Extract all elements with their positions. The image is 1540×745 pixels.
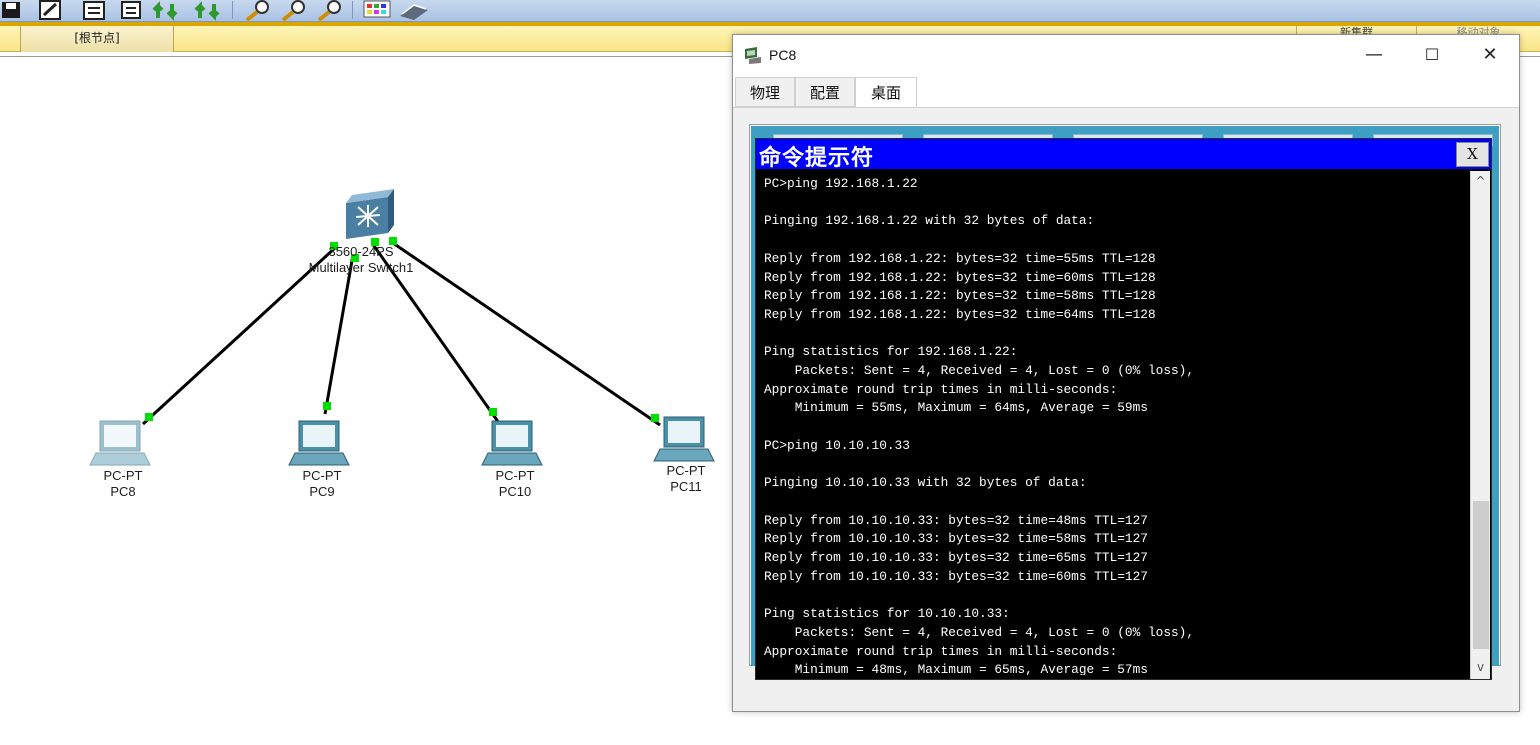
command-prompt-close-button[interactable]: X (1456, 142, 1489, 167)
pc9-name-label: PC9 (309, 484, 335, 499)
command-output-line: Ping statistics for 192.168.1.22: (764, 344, 1018, 360)
command-output-line: Ping statistics for 10.10.10.33: (764, 606, 1010, 622)
pc8-name-label: PC8 (110, 484, 136, 499)
pc11-icon[interactable] (653, 416, 715, 462)
root-node-button[interactable]: [根节点] (20, 26, 174, 52)
paste-icon[interactable] (121, 1, 141, 19)
command-scrollbar[interactable]: ^ v (1470, 171, 1490, 679)
command-output-line (764, 418, 1464, 437)
palette-icon[interactable] (363, 0, 391, 18)
copy-icon[interactable] (83, 1, 105, 20)
scroll-up-icon[interactable]: ^ (1471, 171, 1490, 191)
desktop-tab-body: 命令提示符 X PC>ping 192.168.1.22 Pinging 192… (733, 107, 1519, 711)
command-output-line (764, 586, 1464, 605)
command-output-line: Reply from 10.10.10.33: bytes=32 time=65… (764, 550, 1148, 566)
close-button[interactable]: ✕ (1461, 35, 1519, 75)
tab-config[interactable]: 配置 (795, 77, 855, 107)
pc11-type-label: PC-PT (666, 463, 706, 478)
desktop-frame: 命令提示符 X PC>ping 192.168.1.22 Pinging 192… (749, 124, 1501, 680)
command-output-line: Packets: Sent = 4, Received = 4, Lost = … (764, 363, 1195, 379)
pc10-name-label: PC10 (498, 484, 532, 499)
pc9-type-label: PC-PT (302, 468, 342, 483)
pc9-label: PC-PT PC9 (282, 468, 362, 500)
command-output-line: Minimum = 55ms, Maximum = 64ms, Average … (764, 400, 1148, 416)
pc8-window[interactable]: PC8 — ☐ ✕ 物理 配置 桌面 命令提示符 X PC>ping 192.1… (732, 34, 1520, 712)
save-icon[interactable] (2, 2, 20, 18)
minimize-button[interactable]: — (1345, 35, 1403, 75)
pc11-name-label: PC11 (670, 479, 702, 494)
switch-model-label: 3560-24PS (328, 244, 394, 259)
pc10-type-label: PC-PT (495, 468, 535, 483)
command-output-line: PC>ping 10.10.10.33 (764, 437, 910, 453)
switch-name-label: Multilayer Switch1 (308, 260, 414, 275)
command-output-line: Approximate round trip times in milli-se… (764, 381, 1118, 397)
command-output-line: PC>ping 192.168.1.22 (764, 176, 918, 191)
zoom-in-icon[interactable] (245, 0, 269, 22)
pc8-type-label: PC-PT (103, 468, 143, 483)
command-output-line: Reply from 192.168.1.22: bytes=32 time=6… (764, 306, 1156, 322)
command-output-line (764, 493, 1464, 512)
edit-icon[interactable] (39, 0, 61, 20)
command-output-line (764, 194, 1464, 213)
arrow-down-icon[interactable] (194, 1, 220, 21)
topology-links (89, 189, 715, 466)
zoom-out-icon[interactable] (317, 0, 341, 22)
switch-label: 3560-24PS Multilayer Switch1 (296, 244, 426, 276)
command-output-line: Pinging 10.10.10.33 with 32 bytes of dat… (764, 475, 1087, 491)
zoom-reset-icon[interactable] (281, 0, 305, 22)
command-output-line: Reply from 10.10.10.33: bytes=32 time=48… (764, 512, 1148, 528)
command-output[interactable]: PC>ping 192.168.1.22 Pinging 192.168.1.2… (764, 175, 1464, 675)
pc8-label: PC-PT PC8 (83, 468, 163, 500)
command-prompt-window[interactable]: 命令提示符 X PC>ping 192.168.1.22 Pinging 192… (755, 138, 1492, 680)
tab-physical[interactable]: 物理 (735, 77, 795, 107)
pc-window-icon (745, 47, 761, 64)
toolbar-icons (2, 0, 428, 22)
window-tabs: 物理 配置 桌面 (735, 77, 1517, 108)
command-output-line (764, 231, 1464, 250)
scrollbar-thumb[interactable] (1473, 501, 1489, 649)
multilayer-switch-icon[interactable] (346, 189, 394, 239)
window-title-bar[interactable]: PC8 — ☐ ✕ (733, 35, 1519, 75)
window-title: PC8 (769, 47, 797, 63)
tab-desktop[interactable]: 桌面 (855, 77, 917, 108)
command-output-line: Reply from 10.10.10.33: bytes=32 time=60… (764, 568, 1148, 584)
pc10-label: PC-PT PC10 (475, 468, 555, 500)
book-icon[interactable] (400, 4, 428, 20)
pc9-icon[interactable] (288, 420, 350, 466)
command-prompt-title-bar: 命令提示符 X (756, 139, 1491, 171)
command-output-line: Reply from 192.168.1.22: bytes=32 time=6… (764, 269, 1156, 285)
scroll-down-icon[interactable]: v (1471, 657, 1490, 677)
command-output-line (764, 325, 1464, 344)
command-output-line: Reply from 10.10.10.33: bytes=32 time=58… (764, 531, 1148, 547)
command-output-line (764, 456, 1464, 475)
command-prompt-title: 命令提示符 (759, 145, 875, 171)
link-switch-pc11 (389, 239, 661, 427)
arrow-up-icon[interactable] (152, 1, 178, 21)
command-output-line: Reply from 192.168.1.22: bytes=32 time=5… (764, 288, 1156, 304)
link-switch-pc9 (323, 254, 355, 415)
command-output-line: Reply from 192.168.1.22: bytes=32 time=5… (764, 250, 1156, 266)
pc10-icon[interactable] (481, 420, 543, 466)
pc11-label: PC-PT PC11 (646, 463, 726, 495)
command-output-line: Minimum = 48ms, Maximum = 65ms, Average … (764, 662, 1148, 675)
command-output-line: Approximate round trip times in milli-se… (764, 643, 1118, 659)
packet-tracer-screen: [根节点] 新集群 移动对象 3560-24PS Multilayer Swit… (0, 0, 1540, 745)
command-output-line: Pinging 192.168.1.22 with 32 bytes of da… (764, 213, 1095, 229)
maximize-button[interactable]: ☐ (1403, 35, 1461, 75)
main-toolbar (0, 0, 1540, 22)
command-output-line: Packets: Sent = 4, Received = 4, Lost = … (764, 624, 1195, 640)
pc8-icon[interactable] (89, 420, 151, 466)
